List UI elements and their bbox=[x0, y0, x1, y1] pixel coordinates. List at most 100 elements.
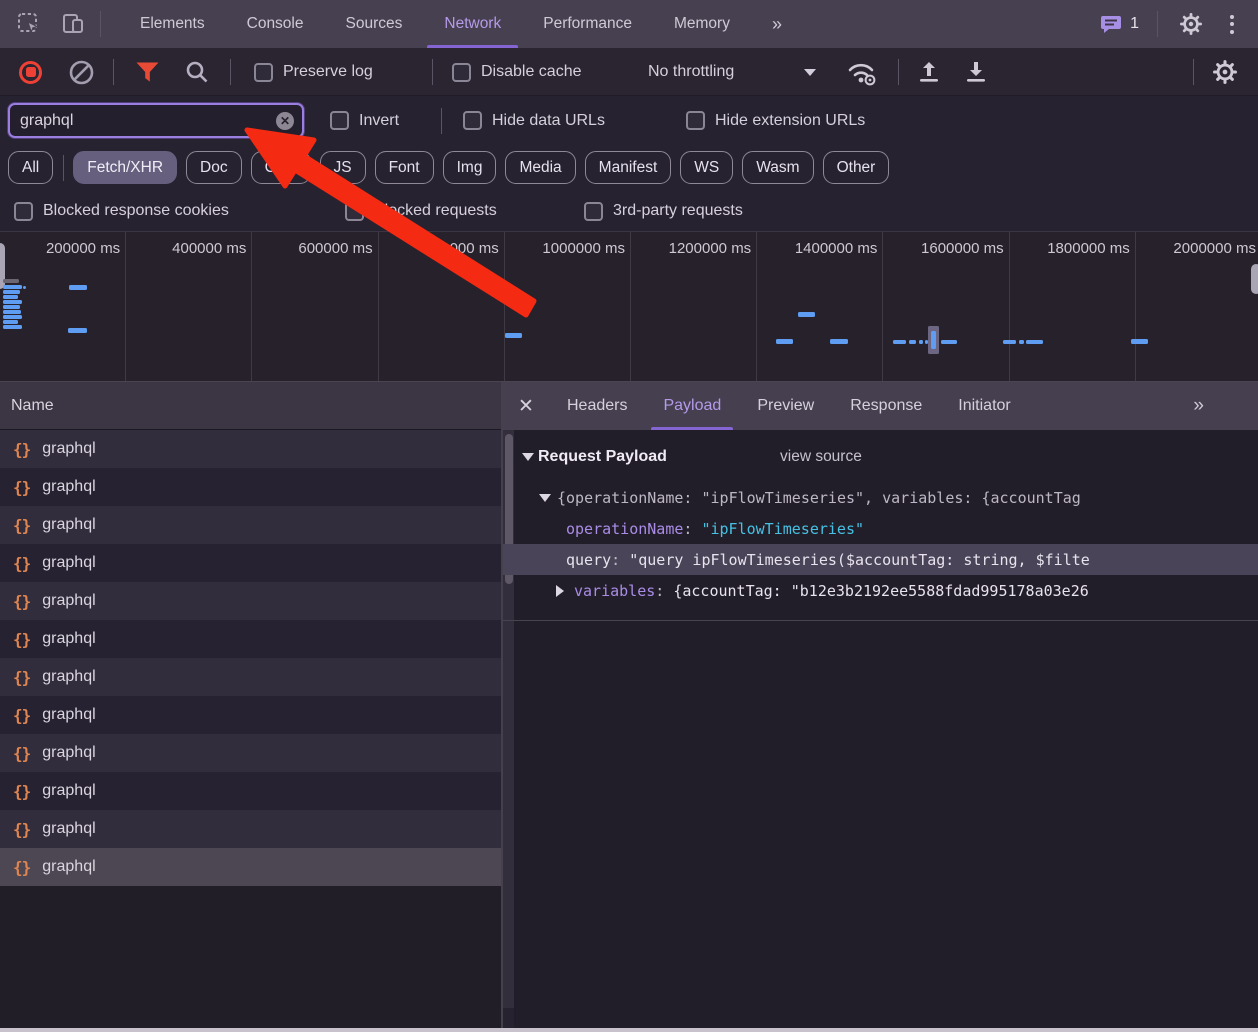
throttling-caret-icon[interactable] bbox=[804, 69, 816, 76]
detail-tab-headers[interactable]: Headers bbox=[549, 382, 645, 430]
request-row[interactable]: {}graphql bbox=[0, 848, 501, 886]
export-har-icon[interactable] bbox=[962, 58, 990, 86]
request-row[interactable]: {}graphql bbox=[0, 696, 501, 734]
request-details-panel: ✕ HeadersPayloadPreviewResponseInitiator… bbox=[514, 382, 1258, 1028]
inspect-element-icon[interactable] bbox=[14, 9, 44, 39]
more-tabs-icon[interactable]: » bbox=[751, 0, 801, 48]
request-name: graphql bbox=[42, 592, 95, 610]
preserve-log-label: Preserve log bbox=[283, 63, 373, 81]
timeline-tick-label: 2000000 ms bbox=[1173, 240, 1256, 257]
network-overview-timeline[interactable]: 200000 ms400000 ms600000 ms800000 ms1000… bbox=[0, 232, 1258, 382]
request-row[interactable]: {}graphql bbox=[0, 582, 501, 620]
filter-input-wrap: ✕ bbox=[8, 103, 304, 138]
chip-css[interactable]: CSS bbox=[251, 151, 311, 184]
detail-tab-initiator[interactable]: Initiator bbox=[940, 382, 1028, 430]
timeline-column: 600000 ms bbox=[252, 232, 378, 382]
chip-all[interactable]: All bbox=[8, 151, 53, 184]
chip-img[interactable]: Img bbox=[443, 151, 497, 184]
timeline-request-bar bbox=[3, 285, 22, 289]
detail-tab-preview[interactable]: Preview bbox=[739, 382, 832, 430]
device-toolbar-icon[interactable] bbox=[58, 9, 88, 39]
hide-data-urls-checkbox[interactable] bbox=[463, 111, 482, 130]
timeline-request-bar bbox=[3, 300, 22, 304]
filter-input[interactable] bbox=[10, 112, 276, 130]
name-column-header[interactable]: Name bbox=[0, 382, 501, 430]
chip-media[interactable]: Media bbox=[505, 151, 575, 184]
request-payload-section-header[interactable]: Request Payload view source bbox=[503, 442, 1258, 472]
request-row[interactable]: {}graphql bbox=[0, 430, 501, 468]
request-row[interactable]: {}graphql bbox=[0, 506, 501, 544]
request-row[interactable]: {}graphql bbox=[0, 734, 501, 772]
devtools-window: ElementsConsoleSourcesNetworkPerformance… bbox=[0, 0, 1258, 1032]
chip-fetch-xhr[interactable]: Fetch/XHR bbox=[73, 151, 177, 184]
invert-checkbox[interactable] bbox=[330, 111, 349, 130]
view-source-link[interactable]: view source bbox=[780, 448, 862, 466]
checkbox-blocked-response-cookies[interactable] bbox=[14, 202, 33, 221]
payload-line[interactable]: query: "query ipFlowTimeseries($accountT… bbox=[503, 544, 1258, 575]
request-name: graphql bbox=[42, 440, 95, 458]
throttling-dropdown[interactable]: No throttling bbox=[648, 63, 734, 81]
request-row[interactable]: {}graphql bbox=[0, 620, 501, 658]
close-details-icon[interactable]: ✕ bbox=[503, 382, 549, 430]
disable-cache-checkbox[interactable] bbox=[452, 63, 471, 82]
toolbar-separator bbox=[432, 59, 433, 85]
hide-data-urls-label: Hide data URLs bbox=[492, 112, 605, 130]
payload-line-text: operationName: "ipFlowTimeseries" bbox=[566, 520, 864, 538]
detail-tab-payload[interactable]: Payload bbox=[645, 382, 739, 430]
timeline-request-bar bbox=[3, 279, 19, 283]
request-row[interactable]: {}graphql bbox=[0, 810, 501, 848]
timeline-request-bar bbox=[23, 286, 26, 289]
collapsed-triangle-icon[interactable] bbox=[556, 585, 564, 597]
clear-filter-icon[interactable]: ✕ bbox=[276, 112, 294, 130]
checkbox-label: Blocked requests bbox=[374, 202, 497, 220]
chip-manifest[interactable]: Manifest bbox=[585, 151, 672, 184]
checkbox-3rd-party-requests[interactable] bbox=[584, 202, 603, 221]
chip-doc[interactable]: Doc bbox=[186, 151, 242, 184]
detail-tab-response[interactable]: Response bbox=[832, 382, 940, 430]
request-row[interactable]: {}graphql bbox=[0, 544, 501, 582]
more-options-icon[interactable] bbox=[1224, 15, 1240, 34]
tabbar-separator bbox=[100, 11, 101, 37]
chip-wasm[interactable]: Wasm bbox=[742, 151, 813, 184]
chip-ws[interactable]: WS bbox=[680, 151, 733, 184]
issues-indicator[interactable]: 1 bbox=[1100, 14, 1139, 34]
fetch-xhr-icon: {} bbox=[13, 820, 30, 839]
search-icon[interactable] bbox=[184, 59, 210, 85]
timeline-request-bar bbox=[919, 340, 923, 344]
chip-other[interactable]: Other bbox=[823, 151, 890, 184]
checkbox-blocked-requests[interactable] bbox=[345, 202, 364, 221]
network-settings-gear-icon[interactable] bbox=[1212, 59, 1238, 85]
request-row[interactable]: {}graphql bbox=[0, 658, 501, 696]
tab-sources[interactable]: Sources bbox=[325, 0, 424, 48]
settings-gear-icon[interactable] bbox=[1176, 9, 1206, 39]
payload-line[interactable]: {operationName: "ipFlowTimeseries", vari… bbox=[503, 482, 1258, 513]
chip-js[interactable]: JS bbox=[320, 151, 366, 184]
hide-extension-urls-checkbox[interactable] bbox=[686, 111, 705, 130]
more-detail-tabs-icon[interactable]: » bbox=[1193, 382, 1202, 430]
tab-performance[interactable]: Performance bbox=[522, 0, 653, 48]
tab-network[interactable]: Network bbox=[423, 0, 522, 48]
import-har-icon[interactable] bbox=[915, 58, 943, 86]
expanded-triangle-icon[interactable] bbox=[539, 494, 551, 502]
request-name: graphql bbox=[42, 782, 95, 800]
collapse-triangle-icon[interactable] bbox=[522, 453, 534, 461]
network-conditions-icon[interactable] bbox=[845, 58, 879, 86]
request-row[interactable]: {}graphql bbox=[0, 772, 501, 810]
timeline-request-bar bbox=[1026, 340, 1043, 344]
record-network-log-button[interactable] bbox=[19, 61, 42, 84]
preserve-log-checkbox[interactable] bbox=[254, 63, 273, 82]
request-row[interactable]: {}graphql bbox=[0, 468, 501, 506]
payload-tree: {operationName: "ipFlowTimeseries", vari… bbox=[503, 482, 1258, 606]
chip-font[interactable]: Font bbox=[375, 151, 434, 184]
clear-network-log-button[interactable] bbox=[68, 59, 95, 86]
tab-elements[interactable]: Elements bbox=[119, 0, 226, 48]
toolbar-separator bbox=[230, 59, 231, 85]
payload-line[interactable]: variables: {accountTag: "b12e3b2192ee558… bbox=[503, 575, 1258, 606]
timeline-request-bar bbox=[69, 285, 87, 290]
tab-console[interactable]: Console bbox=[226, 0, 325, 48]
tab-memory[interactable]: Memory bbox=[653, 0, 751, 48]
payload-line[interactable]: operationName: "ipFlowTimeseries" bbox=[503, 513, 1258, 544]
timeline-request-bar bbox=[3, 290, 20, 294]
timeline-column: 1600000 ms bbox=[883, 232, 1009, 382]
filter-toggle-icon[interactable] bbox=[135, 61, 160, 84]
